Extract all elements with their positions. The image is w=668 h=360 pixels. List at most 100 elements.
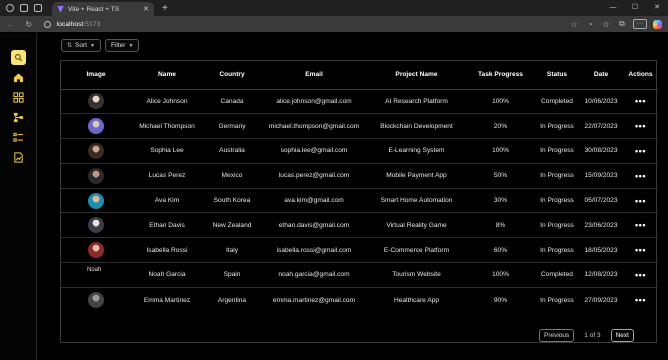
- cell-country: Argentina: [217, 296, 247, 304]
- avatar: [88, 118, 104, 135]
- vite-logo-icon: [57, 5, 64, 13]
- maximize-icon[interactable]: ☐: [624, 0, 646, 16]
- more-actions-icon[interactable]: •••: [635, 121, 646, 131]
- cell-progress: 90%: [493, 296, 508, 304]
- header-name[interactable]: Name: [131, 61, 203, 90]
- cell-date: 30/08/2023: [579, 138, 623, 164]
- cell-date: 22/07/2023: [579, 113, 623, 140]
- cell-name: Lucas Perez: [131, 163, 203, 189]
- more-actions-icon[interactable]: •••: [635, 146, 646, 156]
- cell-name: Alice Johnson: [131, 89, 203, 115]
- previous-button[interactable]: Previous: [539, 329, 575, 342]
- more-actions-icon[interactable]: •••: [635, 295, 646, 305]
- cell-country: Mexico: [203, 163, 261, 189]
- cell-email: isabella.rossi@gmail.com: [261, 237, 367, 264]
- more-icon[interactable]: ···: [633, 19, 647, 29]
- dashboard-grid-icon[interactable]: [13, 92, 24, 103]
- site-info-icon[interactable]: [43, 20, 51, 28]
- new-tab-icon[interactable]: +: [162, 3, 168, 14]
- cell-project: Tourism Website: [367, 262, 466, 288]
- workflow-icon[interactable]: [13, 112, 24, 123]
- more-actions-icon[interactable]: •••: [635, 196, 646, 206]
- cell-name: Noah Garcia: [131, 262, 203, 288]
- cell-email: emma.martinez@gmail.com: [272, 296, 356, 304]
- more-actions-icon[interactable]: •••: [635, 270, 646, 280]
- header-status[interactable]: Status: [535, 61, 579, 90]
- table-row: Noah Noah Garcia Spain noah.garcia@gmail…: [61, 262, 658, 288]
- report-icon[interactable]: [13, 152, 24, 163]
- url-port: :5173: [83, 20, 101, 28]
- profile-icon[interactable]: [6, 4, 14, 12]
- cell-status: In Progress: [535, 138, 579, 164]
- cell-date: 27/09/2023: [584, 296, 618, 304]
- main-content: ⇅ Sort ▼ Filter ▼ Image Name Country Ema…: [38, 33, 668, 360]
- close-window-icon[interactable]: ✕: [646, 0, 668, 16]
- browser-toolbar-right: ☆ ◔ ✩ ⧉ ···: [566, 19, 668, 29]
- cell-country: Canada: [203, 89, 261, 115]
- pagination: Previous 1 of 3 Next: [539, 329, 634, 342]
- cell-project: Smart Home Automation: [367, 188, 466, 214]
- back-icon[interactable]: ←: [4, 20, 18, 29]
- header-date[interactable]: Date: [579, 61, 623, 90]
- more-actions-icon[interactable]: •••: [635, 96, 646, 106]
- cell-project: E-Commerce Platform: [367, 237, 466, 264]
- table-row: Emma Martinez Argentina emma.martinez@gm…: [61, 287, 658, 312]
- cell-name: Emma Martinez: [143, 296, 191, 304]
- avatar: [88, 142, 104, 159]
- cell-date: 18/05/2023: [579, 237, 623, 264]
- filter-button[interactable]: Filter ▼: [105, 39, 140, 52]
- url-bar[interactable]: localhost :5173: [43, 18, 566, 30]
- table-row: Isabella Rossi Italy isabella.rossi@gmai…: [61, 237, 658, 264]
- avatar: [88, 93, 104, 110]
- tab-actions-icon[interactable]: [34, 4, 42, 12]
- copilot-icon[interactable]: [653, 19, 662, 29]
- table-row: Ethan Davis New Zealand ethan.davis@gmai…: [61, 212, 658, 239]
- header-country[interactable]: Country: [203, 61, 261, 90]
- cell-progress: 100%: [466, 138, 535, 164]
- table-row: Alice Johnson Canada alice.johnson@gmail…: [61, 89, 658, 115]
- cell-date: 10/06/2023: [579, 89, 623, 115]
- home-icon[interactable]: [13, 72, 24, 83]
- cell-country: New Zealand: [203, 212, 261, 239]
- cell-name: Ava Kim: [131, 188, 203, 214]
- favorites-icon[interactable]: ✩: [598, 20, 614, 29]
- app-logo-icon[interactable]: [11, 50, 26, 65]
- checklist-icon[interactable]: [13, 132, 24, 143]
- chevron-down-icon: ▼: [128, 42, 134, 49]
- avatar: [88, 167, 104, 184]
- cell-status: In Progress: [535, 188, 579, 214]
- cell-status: Completed: [535, 89, 579, 115]
- cell-status: In Progress: [535, 212, 579, 239]
- next-button[interactable]: Next: [610, 329, 634, 342]
- extensions-icon[interactable]: ◔: [582, 20, 598, 29]
- url-host: localhost: [56, 20, 84, 28]
- favorite-star-icon[interactable]: ☆: [566, 20, 582, 29]
- cell-country: Australia: [203, 138, 261, 164]
- sort-button[interactable]: ⇅ Sort ▼: [61, 39, 101, 52]
- cell-status: In Progress: [535, 113, 579, 140]
- cell-email: michael.thompson@gmail.com: [261, 113, 367, 140]
- cell-status: In Progress: [535, 237, 579, 264]
- header-project-name[interactable]: Project Name: [367, 61, 466, 90]
- cell-project: Virtual Reality Game: [367, 212, 466, 239]
- refresh-icon[interactable]: ↻: [22, 20, 36, 29]
- browser-tab[interactable]: Vite + React + TS ✕: [52, 2, 154, 16]
- cell-email: alice.johnson@gmail.com: [261, 89, 367, 115]
- minimize-icon[interactable]: —: [602, 0, 624, 16]
- more-actions-icon[interactable]: •••: [635, 245, 646, 255]
- collections-icon[interactable]: ⧉: [614, 19, 630, 29]
- workspaces-icon[interactable]: [20, 4, 28, 12]
- more-actions-icon[interactable]: •••: [635, 220, 646, 230]
- header-task-progress[interactable]: Task Progress: [466, 61, 535, 90]
- more-actions-icon[interactable]: •••: [635, 171, 646, 181]
- close-tab-icon[interactable]: ✕: [143, 5, 149, 13]
- header-image[interactable]: Image: [61, 61, 131, 90]
- broken-image-icon: Noah: [87, 266, 102, 273]
- cell-project: Mobile Payment App: [367, 163, 466, 189]
- cell-country: Italy: [203, 237, 261, 264]
- header-email[interactable]: Email: [261, 61, 367, 90]
- filter-label: Filter: [111, 42, 126, 49]
- avatar: [88, 217, 104, 234]
- cell-date: 05/07/2023: [579, 188, 623, 214]
- header-actions[interactable]: Actions: [623, 61, 658, 90]
